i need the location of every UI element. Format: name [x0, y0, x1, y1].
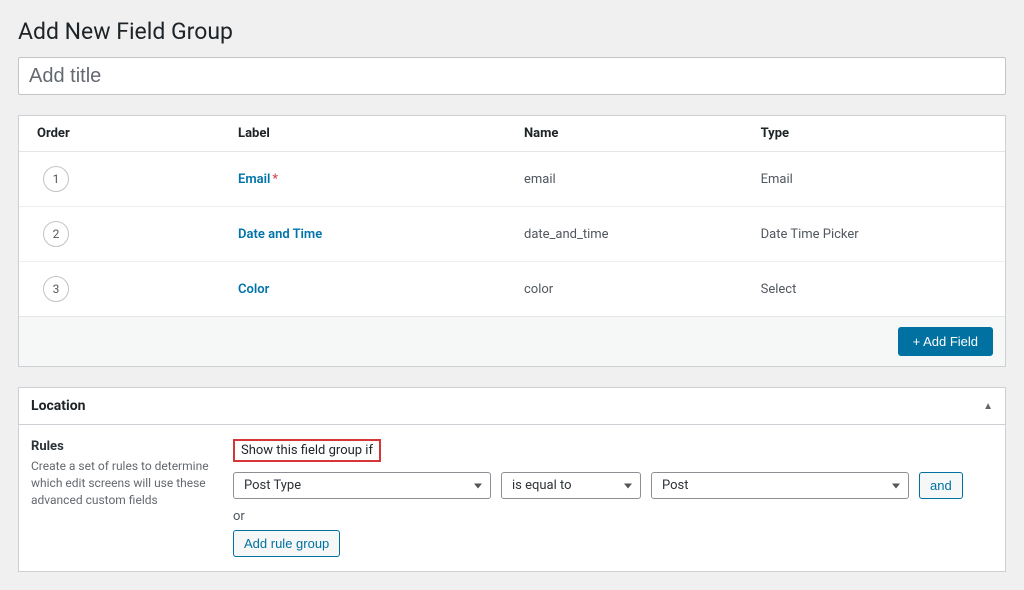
rule-or-label: or	[233, 509, 993, 524]
field-name: color	[512, 262, 749, 317]
required-star-icon: *	[272, 172, 278, 187]
location-header[interactable]: Location ▲	[19, 388, 1005, 425]
show-if-highlight: Show this field group if	[233, 439, 381, 462]
field-type: Email	[749, 152, 1005, 207]
location-title: Location	[31, 398, 85, 414]
field-name: date_and_time	[512, 207, 749, 262]
rule-param-select[interactable]: Post Type	[233, 472, 491, 499]
location-panel: Location ▲ Rules Create a set of rules t…	[18, 387, 1006, 572]
add-field-button[interactable]: + Add Field	[898, 327, 993, 356]
field-label-link[interactable]: Email	[238, 172, 270, 187]
order-badge[interactable]: 1	[43, 166, 69, 192]
table-row[interactable]: 1 Email* email Email	[19, 152, 1005, 207]
order-badge[interactable]: 2	[43, 221, 69, 247]
field-name: email	[512, 152, 749, 207]
title-input[interactable]	[18, 57, 1006, 95]
rule-value-select[interactable]: Post	[651, 472, 909, 499]
header-name: Name	[512, 116, 749, 152]
fields-table: Order Label Name Type 1 Email* email Ema…	[19, 116, 1005, 316]
field-type: Date Time Picker	[749, 207, 1005, 262]
add-rule-group-button[interactable]: Add rule group	[233, 530, 340, 557]
rule-operator-select[interactable]: is equal to	[501, 472, 641, 499]
header-type: Type	[749, 116, 1005, 152]
order-badge[interactable]: 3	[43, 276, 69, 302]
table-row[interactable]: 2 Date and Time date_and_time Date Time …	[19, 207, 1005, 262]
table-row[interactable]: 3 Color color Select	[19, 262, 1005, 317]
field-label-link[interactable]: Color	[238, 282, 269, 297]
field-label-link[interactable]: Date and Time	[238, 227, 322, 242]
table-header: Order Label Name Type	[19, 116, 1005, 152]
fields-panel: Order Label Name Type 1 Email* email Ema…	[18, 115, 1006, 367]
page-title: Add New Field Group	[18, 18, 1006, 45]
fields-footer: + Add Field	[19, 316, 1005, 366]
rule-row: Post Type is equal to Post and	[233, 472, 993, 499]
field-type: Select	[749, 262, 1005, 317]
rules-heading: Rules	[31, 439, 209, 454]
header-label: Label	[226, 116, 512, 152]
triangle-up-icon[interactable]: ▲	[983, 401, 993, 412]
header-order: Order	[19, 116, 226, 152]
rule-and-button[interactable]: and	[919, 472, 963, 499]
rules-help: Create a set of rules to determine which…	[31, 458, 209, 508]
